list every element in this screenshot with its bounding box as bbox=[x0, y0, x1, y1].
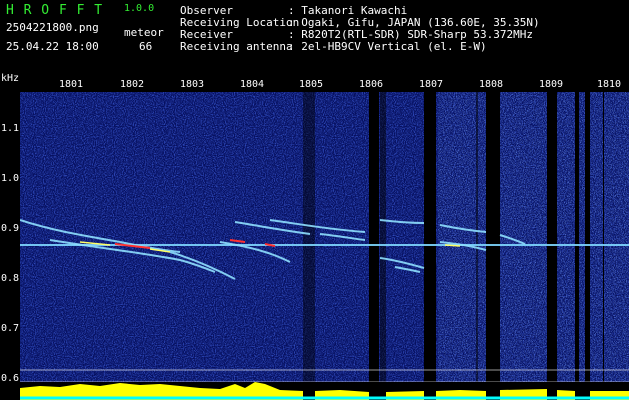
meteor-count: 66 bbox=[139, 40, 153, 53]
app-name: H R O F F T bbox=[6, 3, 104, 18]
datetime-label: 25.04.22 18:00 bbox=[6, 40, 99, 53]
y-tick-0-6: 0.6 bbox=[1, 373, 20, 384]
x-tick-1810: 1810 bbox=[597, 79, 622, 90]
y-tick-0-9: 0.9 bbox=[1, 223, 20, 234]
x-tick-1808: 1808 bbox=[479, 79, 504, 90]
x-tick-1803: 1803 bbox=[180, 79, 205, 90]
meteor-label: meteor bbox=[124, 26, 164, 39]
info-label-antenna: Receiving antenna bbox=[180, 40, 293, 53]
info-value-receiver: : R820T2(RTL-SDR) SDR-Sharp 53.372MHz bbox=[288, 28, 534, 41]
y-tick-1-1: 1.1 bbox=[1, 123, 20, 134]
x-tick-1804: 1804 bbox=[240, 79, 265, 90]
info-value-observer: : Takanori Kawachi bbox=[288, 4, 408, 17]
y-tick-1-0: 1.0 bbox=[1, 173, 20, 184]
filename-label: 2504221800.png bbox=[6, 21, 99, 34]
app-version: 1.0.0 bbox=[124, 3, 155, 14]
x-tick-1807: 1807 bbox=[419, 79, 444, 90]
noise-bright-region bbox=[438, 92, 629, 382]
info-label-receiver: Receiver bbox=[180, 28, 233, 41]
x-tick-1801: 1801 bbox=[59, 79, 84, 90]
x-tick-1802: 1802 bbox=[120, 79, 145, 90]
y-tick-0-8: 0.8 bbox=[1, 273, 20, 284]
spectrogram bbox=[20, 92, 629, 400]
info-value-antenna: : 2el-HB9CV Vertical (el. E-W) bbox=[288, 40, 487, 53]
x-tick-1809: 1809 bbox=[539, 79, 564, 90]
info-label-location: Receiving Location bbox=[180, 16, 300, 29]
info-value-location: : Ogaki, Gifu, JAPAN (136.60E, 35.35N) bbox=[288, 16, 540, 29]
y-axis-unit: kHz bbox=[1, 73, 20, 84]
y-tick-0-7: 0.7 bbox=[1, 323, 20, 334]
x-tick-1805: 1805 bbox=[299, 79, 324, 90]
x-tick-1806: 1806 bbox=[359, 79, 384, 90]
info-label-observer: Observer bbox=[180, 4, 233, 17]
